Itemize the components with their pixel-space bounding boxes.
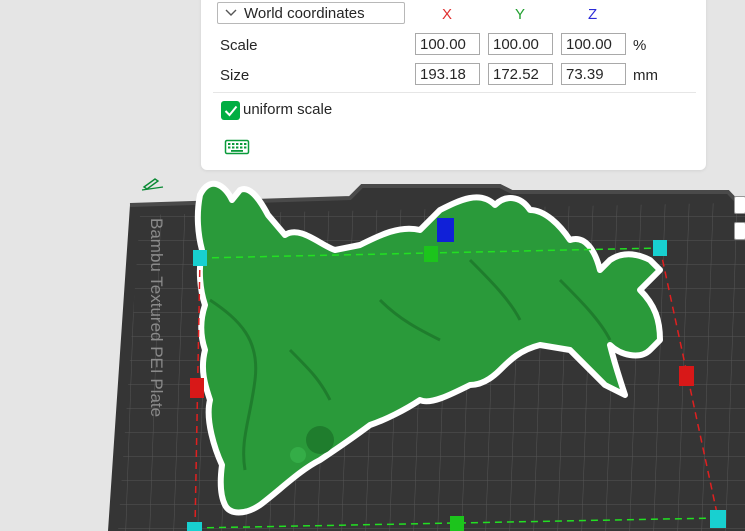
- axis-label-y: Y: [515, 6, 526, 23]
- corner-handle-back-left[interactable]: [193, 250, 207, 266]
- scale-y-input[interactable]: [488, 33, 553, 55]
- axis-label-x: X: [442, 6, 453, 23]
- axis-label-z: Z: [588, 6, 598, 23]
- edit-icon[interactable]: [141, 175, 165, 191]
- scale-x-input[interactable]: [415, 33, 480, 55]
- plate-label: Bambu Textured PEI Plate: [147, 218, 166, 417]
- side-toggle-button-2[interactable]: [734, 222, 745, 240]
- panel-divider: [213, 92, 696, 93]
- coordinate-system-value: World coordinates: [244, 4, 365, 22]
- x-scale-handle-right[interactable]: [679, 366, 694, 386]
- scale-row-label: Scale: [220, 37, 258, 54]
- size-unit: mm: [633, 67, 658, 84]
- size-y-input[interactable]: [488, 63, 553, 85]
- x-scale-handle-left[interactable]: [190, 378, 204, 398]
- corner-handle-back-right[interactable]: [653, 240, 667, 256]
- scale-unit: %: [633, 37, 647, 54]
- scale-z-input[interactable]: [561, 33, 626, 55]
- scale-panel: World coordinates X Y Z Scale % Size mm …: [201, 0, 706, 170]
- corner-handle-front-left[interactable]: [187, 522, 202, 531]
- uniform-scale-label: uniform scale: [243, 101, 333, 118]
- size-z-input[interactable]: [561, 63, 626, 85]
- corner-handle-front-right[interactable]: [710, 510, 726, 528]
- coordinate-system-dropdown[interactable]: World coordinates: [217, 2, 405, 24]
- size-row-label: Size: [220, 67, 250, 84]
- z-scale-handle[interactable]: [437, 218, 454, 242]
- chevron-down-icon: [218, 3, 244, 23]
- y-scale-handle-back[interactable]: [424, 246, 438, 262]
- uniform-scale-checkbox[interactable]: [221, 101, 240, 120]
- size-x-input[interactable]: [415, 63, 480, 85]
- side-toggle-button-1[interactable]: [734, 196, 745, 214]
- checkmark-icon: [224, 105, 237, 116]
- y-scale-handle-front[interactable]: [450, 516, 464, 531]
- keyboard-icon[interactable]: [224, 138, 250, 156]
